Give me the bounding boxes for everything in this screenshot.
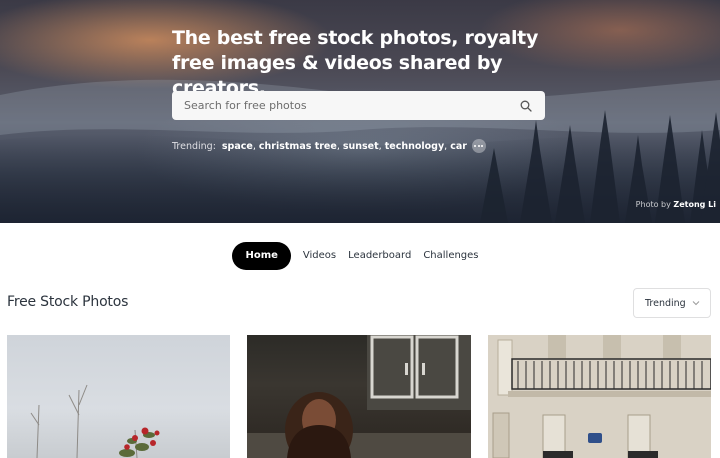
trending-link-space[interactable]: space: [222, 141, 253, 152]
trending-link-technology[interactable]: technology: [385, 141, 444, 152]
search-input[interactable]: [184, 99, 519, 112]
photo-card[interactable]: [488, 335, 711, 458]
trending-searches: Trending: space, christmas tree, sunset,…: [172, 138, 486, 154]
photo-credit-name[interactable]: Zetong Li: [673, 200, 716, 209]
photo-card[interactable]: [247, 335, 471, 458]
more-icon[interactable]: [471, 139, 486, 153]
tab-challenges[interactable]: Challenges: [417, 242, 484, 270]
photo-credit-prefix: Photo by: [635, 200, 671, 209]
search-bar[interactable]: [172, 91, 545, 120]
sort-dropdown[interactable]: Trending: [633, 288, 711, 318]
tab-videos[interactable]: Videos: [297, 242, 342, 270]
hero-banner: The best free stock photos, royalty free…: [0, 0, 720, 223]
main-nav: Home Videos Leaderboard Challenges: [0, 242, 720, 270]
photo-credit[interactable]: Photo by Zetong Li: [636, 200, 716, 209]
tab-leaderboard[interactable]: Leaderboard: [342, 242, 417, 270]
photo-image-plant: [30, 384, 160, 458]
chevron-down-icon: [692, 301, 700, 306]
trending-link-car[interactable]: car: [450, 141, 467, 152]
sort-dropdown-value: Trending: [645, 297, 686, 309]
trending-link-christmas-tree[interactable]: christmas tree: [259, 141, 337, 152]
trending-label: Trending:: [172, 140, 216, 152]
photo-image-portrait: [247, 335, 471, 458]
photo-image-building: [488, 335, 711, 458]
trending-link-sunset[interactable]: sunset: [343, 141, 379, 152]
search-icon[interactable]: [519, 99, 533, 113]
hero-title: The best free stock photos, royalty free…: [172, 27, 539, 99]
section-title: Free Stock Photos: [7, 294, 129, 310]
photo-card[interactable]: [7, 335, 230, 458]
tab-home[interactable]: Home: [232, 242, 291, 270]
